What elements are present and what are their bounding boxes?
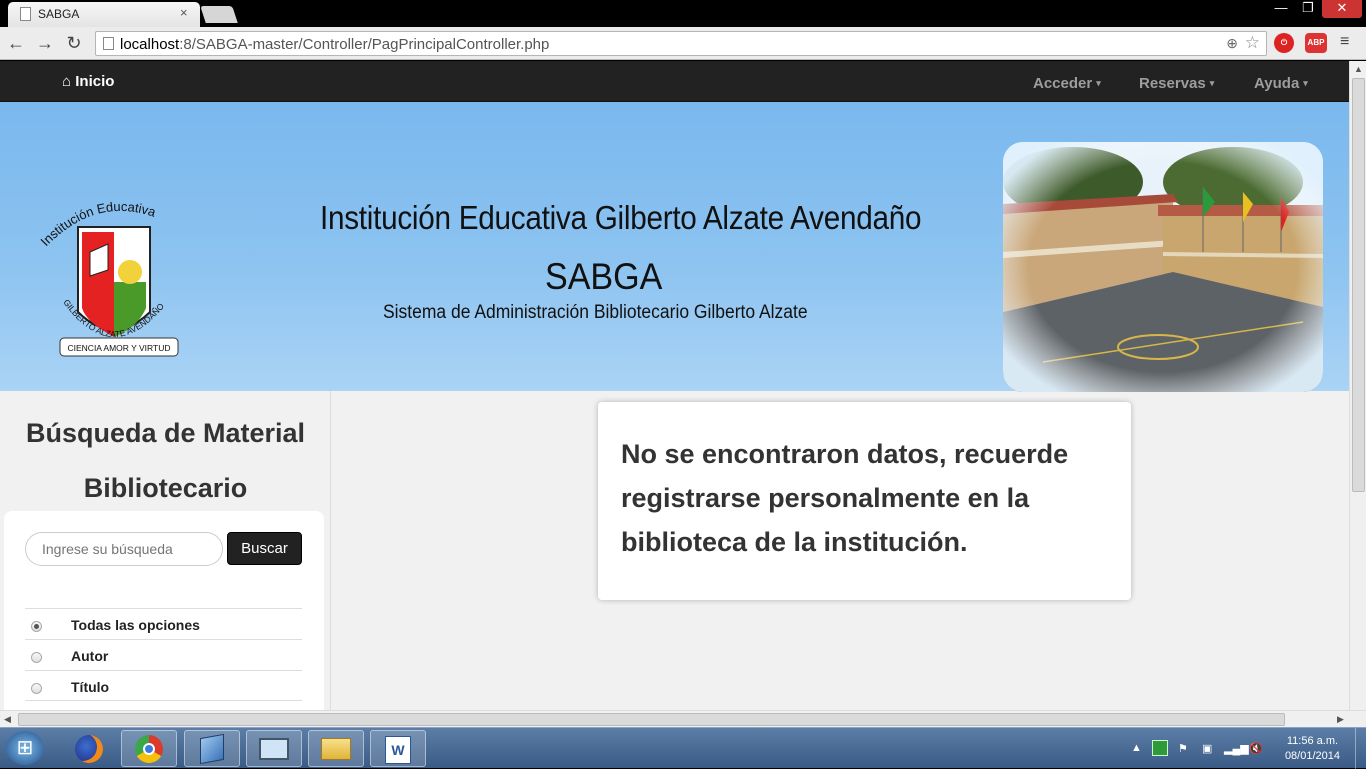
zoom-icon[interactable]: ⊕ (1226, 35, 1238, 52)
network-signal-icon[interactable]: ▂▄▆ (1224, 742, 1249, 755)
menu-icon[interactable]: ≡ (1340, 33, 1358, 53)
page-favicon-icon (20, 7, 31, 21)
radio-button[interactable] (31, 652, 42, 663)
search-input[interactable] (25, 532, 223, 566)
page-icon (103, 37, 114, 50)
new-tab-button[interactable] (200, 6, 238, 23)
page-viewport: ⌂ Inicio Acceder ▾ Reservas ▾ Ayuda ▾ Insti… (0, 61, 1349, 710)
caret-down-icon: ▾ (1209, 78, 1215, 88)
firefox-taskbar-icon[interactable] (60, 730, 118, 767)
system-acronym: SABGA (545, 256, 663, 297)
school-building-photo (1003, 142, 1323, 392)
school-logo: Institución Educativa GILBERTO ALZATE AV… (38, 199, 179, 357)
tray-device-icon[interactable]: ▣ (1202, 742, 1212, 755)
nav-home-label: Inicio (75, 73, 115, 90)
scroll-left-icon[interactable]: ◀ (4, 714, 11, 725)
vertical-scroll-thumb[interactable] (1352, 78, 1365, 492)
no-results-message: No se encontraron datos, recuerde regist… (621, 439, 1069, 557)
radio-button[interactable] (31, 621, 42, 632)
nav-ayuda-dropdown[interactable]: Ayuda ▾ (1254, 75, 1308, 92)
clock-time: 11:56 a.m. (1286, 735, 1339, 747)
url-path: :8/SABGA-master/Controller/PagPrincipalC… (179, 36, 550, 53)
clock-date: 08/01/2014 (1284, 750, 1340, 762)
institution-title: Institución Educativa Gilberto Alzate Av… (320, 199, 922, 236)
window-minimize-button[interactable]: — (1268, 0, 1294, 18)
nav-item-label: Reservas (1139, 75, 1206, 92)
show-desktop-button[interactable] (1355, 728, 1366, 769)
scroll-right-icon[interactable]: ▶ (1337, 714, 1344, 725)
sidebar-title-line1: Búsqueda de Material (25, 418, 306, 448)
scroll-up-icon[interactable]: ▲ (1354, 64, 1363, 74)
url-text: localhost:8/SABGA-master/Controller/PagP… (120, 36, 549, 53)
search-sidebar: Búsqueda de Material Bibliotecario Busca… (0, 391, 331, 710)
radio-button[interactable] (31, 683, 42, 694)
address-bar[interactable]: localhost:8/SABGA-master/Controller/PagP… (95, 31, 1267, 56)
horizontal-scroll-thumb[interactable] (18, 713, 1285, 726)
vertical-scrollbar[interactable]: ▲ (1349, 61, 1366, 710)
home-icon: ⌂ (62, 73, 72, 90)
no-results-message-box: No se encontraron datos, recuerde regist… (598, 402, 1131, 600)
url-host: localhost (120, 36, 180, 53)
option-label: Título (71, 679, 110, 695)
nav-item-label: Acceder (1033, 75, 1093, 92)
horizontal-scrollbar[interactable]: ◀ ▶ (0, 710, 1366, 727)
caret-down-icon: ▾ (1303, 78, 1308, 88)
tab-title: SABGA (38, 7, 80, 21)
window-close-button[interactable]: ✕ (1322, 0, 1362, 18)
option-label: Autor (71, 648, 109, 664)
adblock-extension-icon[interactable]: ABP (1305, 33, 1327, 53)
back-button[interactable]: ← (5, 33, 27, 55)
system-full-name: Sistema de Administración Bibliotecario … (383, 302, 808, 323)
browser-titlebar: SABGA × — ❐ ✕ (0, 0, 1366, 27)
reload-button[interactable]: ↻ (63, 33, 85, 55)
browser-tab[interactable]: SABGA × (8, 2, 200, 27)
nav-acceder-dropdown[interactable]: Acceder ▾ (1033, 75, 1101, 92)
window-restore-button[interactable]: ❐ (1295, 0, 1321, 18)
logo-motto-text: CIENCIA AMOR Y VIRTUD (68, 343, 171, 353)
nav-reservas-dropdown[interactable]: Reservas ▾ (1139, 75, 1214, 92)
word-taskbar-icon[interactable]: W (370, 730, 426, 767)
tray-flag-icon[interactable]: ⚑ (1178, 742, 1188, 755)
tray-expand-icon[interactable]: ▲ (1131, 742, 1142, 754)
option-author[interactable]: Autor (25, 639, 302, 670)
tab-close-icon[interactable]: × (180, 5, 188, 20)
virtualbox-taskbar-icon[interactable] (184, 730, 240, 767)
windows-taskbar: ⊞ W ▲ ⚑ ▣ ▂▄▆ 🔇 11:56 a.m. 08/01/2014 (0, 727, 1366, 769)
forward-button[interactable]: → (34, 33, 56, 55)
site-navbar: ⌂ Inicio Acceder ▾ Reservas ▾ Ayuda ▾ (0, 61, 1349, 102)
taskbar-clock[interactable]: 11:56 a.m. 08/01/2014 (1285, 734, 1340, 764)
option-all[interactable]: Todas las opciones (25, 608, 302, 639)
start-button[interactable]: ⊞ (6, 731, 44, 765)
bookmark-star-icon[interactable]: ☆ (1245, 33, 1260, 53)
control-panel-taskbar-icon[interactable] (246, 730, 302, 767)
file-explorer-taskbar-icon[interactable] (308, 730, 364, 767)
power-extension-icon[interactable]: ⏻ (1274, 33, 1294, 53)
volume-muted-icon[interactable]: 🔇 (1249, 742, 1263, 755)
option-label: Todas las opciones (71, 617, 200, 633)
sidebar-title-line2: Bibliotecario (83, 473, 248, 503)
caret-down-icon: ▾ (1096, 78, 1101, 88)
chrome-taskbar-icon[interactable] (121, 730, 177, 767)
browser-toolbar: ← → ↻ localhost:8/SABGA-master/Controlle… (0, 27, 1366, 60)
nav-home-link[interactable]: ⌂ Inicio (62, 73, 114, 90)
option-title[interactable]: Título (25, 670, 302, 701)
tray-app-icon[interactable] (1152, 740, 1168, 756)
site-banner: Institución Educativa GILBERTO ALZATE AV… (0, 102, 1349, 392)
search-button[interactable]: Buscar (227, 532, 302, 565)
nav-item-label: Ayuda (1254, 75, 1300, 92)
